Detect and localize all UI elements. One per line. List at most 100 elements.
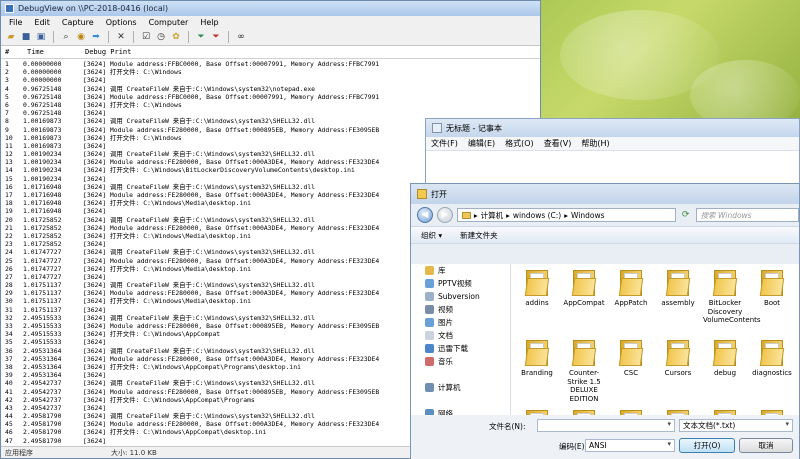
refresh-icon[interactable]: ⟳ (680, 209, 692, 221)
nav-item[interactable]: 音乐 (411, 355, 510, 368)
filename-input[interactable]: ▾ (537, 419, 675, 432)
nav-item-label: 图片 (438, 318, 453, 327)
notepad-menu-format[interactable]: 格式(O) (500, 138, 539, 149)
options-icon[interactable]: ☑ (140, 31, 152, 43)
nav-item[interactable]: 迅雷下载 (411, 342, 510, 355)
log-row-number: 30 (5, 297, 13, 306)
log-row[interactable]: 6 0.96725148 [3624] 打开文件: C:\Windows (1, 101, 540, 109)
highlight-icon[interactable]: ⏷ (210, 31, 222, 43)
history-icon[interactable]: ✿ (170, 31, 182, 43)
menu-file[interactable]: File (3, 18, 28, 27)
log-row-message: [3624] 调用 CreateFileW 来自于:C:\Windows\sys… (83, 281, 316, 290)
log-row[interactable]: 5 0.96725148 [3624] Module address:FFBC000… (1, 93, 540, 101)
notepad-menu-file[interactable]: 文件(F) (426, 138, 463, 149)
cancel-button[interactable]: 取消 (739, 438, 793, 453)
back-arrow-icon[interactable]: ◀ (417, 207, 433, 223)
binoculars-icon[interactable]: ∞ (235, 31, 247, 43)
folder-item[interactable]: Boot (750, 270, 794, 308)
debugview-titlebar[interactable]: DebugView on \\PC-2018-0416 (local) (1, 1, 540, 16)
notepad-titlebar[interactable]: 无标题 - 记事本 (426, 119, 799, 137)
log-row-message: [3624] Module address:FE280000, Base Off… (83, 191, 380, 199)
address-bar[interactable]: ▸ 计算机 ▸ windows (C:) ▸ Windows (456, 208, 676, 222)
log-row-number: 22 (5, 231, 13, 240)
save-icon[interactable]: ■ (20, 31, 32, 43)
log-row-number: 14 (5, 166, 13, 175)
menu-edit[interactable]: Edit (28, 18, 56, 27)
nav-item-label: 音乐 (438, 357, 453, 366)
filetype-select[interactable]: 文本文档(*.txt) ▾ (679, 419, 793, 432)
folder-item[interactable]: assembly (656, 270, 700, 308)
find-icon[interactable]: ⌕ (60, 31, 72, 43)
capture-icon[interactable]: ◉ (75, 31, 87, 43)
log-row-message: [3624] 调用 CreateFileW 来自于:C:\Windows\sys… (83, 379, 316, 388)
open-icon[interactable]: ▰ (5, 31, 17, 43)
breadcrumb-computer[interactable]: 计算机 (481, 210, 504, 221)
nav-item[interactable]: 视频 (411, 303, 510, 316)
notepad-menu-edit[interactable]: 编辑(E) (463, 138, 500, 149)
save-as-icon[interactable]: ▣ (35, 31, 47, 43)
encoding-select[interactable]: ANSI ▾ (585, 439, 675, 452)
forward-arrow-icon[interactable]: ▶ (436, 207, 453, 223)
log-row-message: [3624] (83, 272, 107, 281)
debugview-menubar: File Edit Capture Options Computer Help (1, 16, 540, 29)
column-number[interactable]: # (5, 48, 9, 56)
log-row[interactable]: 3 0.00000000 [3624] (1, 76, 540, 84)
folder-item[interactable]: Cursors (656, 340, 700, 378)
notepad-menu-view[interactable]: 查看(V) (539, 138, 577, 149)
log-row[interactable]: 1 0.00000000 [3624] Module address:FFBC000… (1, 60, 540, 68)
log-row-message: [3624] (83, 141, 107, 150)
log-row[interactable]: 4 0.96725148 [3624] 调用 CreateFileW 来自于:C:\… (1, 85, 540, 93)
folder-item[interactable]: Counter-Strike 1.5 DELUXE EDITION (562, 340, 606, 403)
folder-item[interactable]: CSC (609, 340, 653, 378)
autoscroll-icon[interactable]: ➡ (90, 31, 102, 43)
filter-icon[interactable]: ⏷ (195, 31, 207, 43)
log-row-message: [3624] Module address:FE280000, Base Off… (83, 322, 380, 330)
nav-item[interactable]: 计算机 (411, 381, 510, 394)
nav-item[interactable]: 文档 (411, 329, 510, 342)
nav-item[interactable]: 图片 (411, 316, 510, 329)
chevron-down-icon[interactable]: ▾ (667, 420, 671, 428)
folder-item[interactable]: diagnostics (750, 340, 794, 378)
chevron-down-icon[interactable]: ▾ (667, 440, 671, 448)
search-input[interactable]: 搜索 Windows (695, 208, 799, 222)
column-time[interactable]: Time (27, 48, 44, 56)
folder-item[interactable]: AppPatch (609, 270, 653, 308)
nav-item[interactable]: PPTV视频 (411, 277, 510, 290)
breadcrumb-drive[interactable]: windows (C:) (513, 211, 561, 220)
log-row[interactable]: 2 0.00000000 [3624] 打开文件: C:\Windows (1, 68, 540, 76)
log-row-time: 1.01751137 (23, 281, 62, 290)
log-row-time: 1.00190234 (23, 158, 62, 167)
menu-help[interactable]: Help (194, 18, 224, 27)
folder-item[interactable]: AppCompat (562, 270, 606, 308)
nav-item-label: PPTV视频 (438, 279, 472, 288)
folder-item-label: assembly (661, 299, 695, 307)
log-row-number: 17 (5, 191, 13, 199)
log-row-number: 26 (5, 264, 13, 273)
nav-item[interactable]: 网络 (411, 407, 510, 415)
open-dialog-titlebar[interactable]: 打开 (411, 184, 799, 204)
notepad-menu-help[interactable]: 帮助(H) (576, 138, 614, 149)
folder-item[interactable]: BitLocker Discovery VolumeContents (703, 270, 761, 325)
time-icon[interactable]: ◷ (155, 31, 167, 43)
nav-item[interactable]: 库 (411, 264, 510, 277)
folder-item[interactable]: Branding (515, 340, 559, 378)
open-button[interactable]: 打开(O) (679, 438, 735, 453)
folder-item[interactable]: debug (703, 340, 747, 378)
menu-options[interactable]: Options (100, 18, 143, 27)
menu-computer[interactable]: Computer (143, 18, 195, 27)
breadcrumb-windows[interactable]: Windows (571, 211, 604, 220)
clear-icon[interactable]: ✕ (115, 31, 127, 43)
organize-button[interactable]: 组织 ▾ (421, 230, 442, 241)
log-row-message: [3624] 调用 CreateFileW 来自于:C:\Windows\sys… (83, 248, 316, 257)
nav-item-icon (425, 383, 434, 392)
folder-item[interactable]: addins (515, 270, 559, 308)
folder-item-label: AppCompat (563, 299, 605, 307)
nav-item[interactable]: Subversion (411, 290, 510, 303)
menu-capture[interactable]: Capture (56, 18, 100, 27)
column-debug-print[interactable]: Debug Print (85, 48, 131, 56)
new-folder-button[interactable]: 新建文件夹 (460, 230, 498, 241)
nav-item-label: Subversion (438, 292, 480, 301)
log-row-time: 2.49542737 (23, 395, 62, 404)
log-row-time: 1.01725852 (23, 215, 62, 224)
chevron-down-icon[interactable]: ▾ (785, 420, 789, 428)
